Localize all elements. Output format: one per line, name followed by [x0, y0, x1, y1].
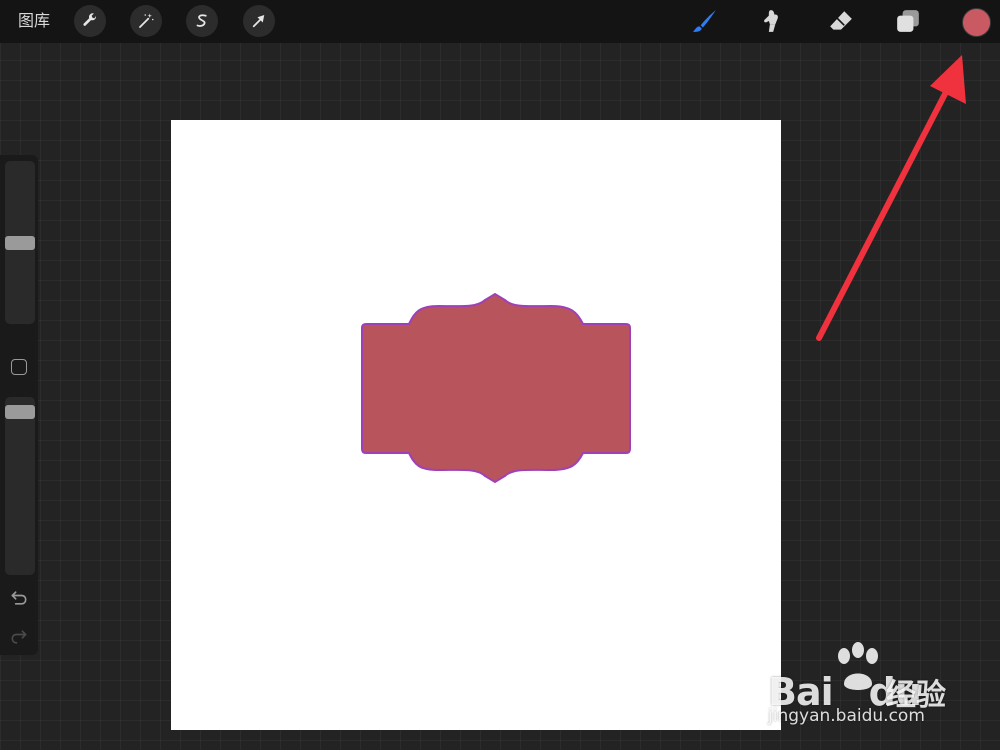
- selection-s-icon: [196, 14, 207, 27]
- brush-tool-button[interactable]: [690, 6, 720, 36]
- redo-button[interactable]: [9, 627, 29, 647]
- color-picker-button[interactable]: [962, 8, 991, 37]
- smudge-icon: [764, 10, 778, 32]
- undo-icon: [11, 591, 27, 605]
- top-toolbar: 图库: [0, 0, 1000, 43]
- adjustments-button[interactable]: [130, 5, 162, 37]
- layers-button[interactable]: [893, 6, 923, 36]
- undo-button[interactable]: [9, 588, 29, 608]
- eraser-tool-button[interactable]: [826, 6, 856, 36]
- redo-icon: [11, 630, 27, 644]
- selection-button[interactable]: [186, 5, 218, 37]
- opacity-thumb[interactable]: [5, 405, 35, 419]
- label-frame-shape: [361, 292, 631, 484]
- actions-button[interactable]: [74, 5, 106, 37]
- layers-icon: [897, 10, 919, 32]
- smudge-tool-button[interactable]: [756, 6, 786, 36]
- transform-arrow-icon: [252, 15, 265, 28]
- brush-size-thumb[interactable]: [5, 236, 35, 250]
- eraser-icon: [830, 11, 852, 30]
- brush-size-slider[interactable]: [5, 161, 35, 324]
- brush-icon: [693, 10, 716, 32]
- modify-button[interactable]: [11, 359, 27, 375]
- opacity-slider[interactable]: [5, 397, 35, 575]
- wrench-icon: [83, 13, 97, 26]
- watermark-url: jingyan.baidu.com: [768, 706, 925, 726]
- drawing-canvas[interactable]: [171, 120, 781, 730]
- gallery-button[interactable]: 图库: [18, 11, 50, 31]
- magic-wand-icon: [139, 13, 154, 28]
- watermark: Bai du 经验 jingyan.baidu.com: [768, 640, 988, 735]
- transform-button[interactable]: [243, 5, 275, 37]
- left-sidebar: [0, 155, 38, 655]
- paw-icon: [838, 642, 878, 690]
